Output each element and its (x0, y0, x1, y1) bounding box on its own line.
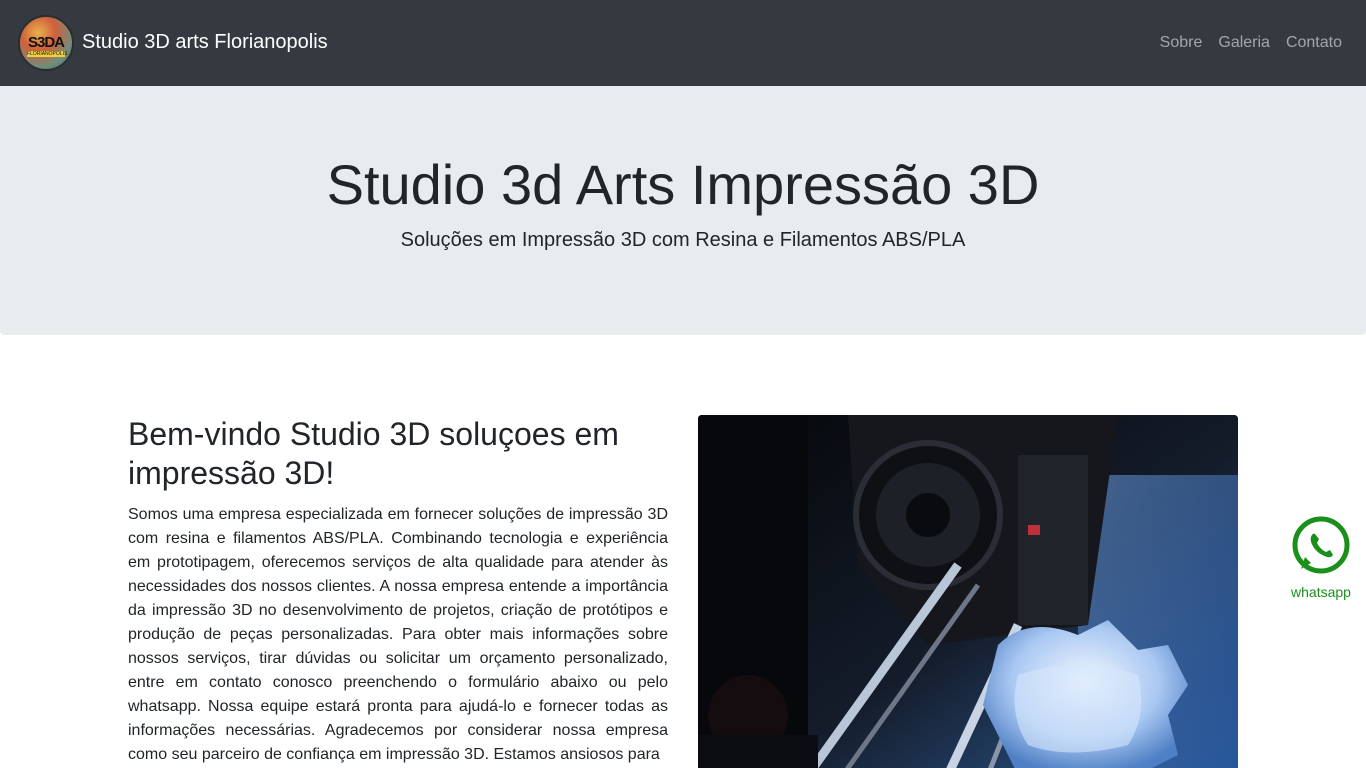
nav-link-galeria[interactable]: Galeria (1218, 33, 1270, 53)
logo-mark-text: S3DA (27, 34, 65, 51)
hero-jumbotron: Studio 3d Arts Impressão 3D Soluções em … (0, 86, 1366, 335)
top-navbar: S3DA FLORIANOPOLIS Studio 3D arts Floria… (0, 0, 1366, 86)
intro-heading: Bem-vindo Studio 3D soluçoes em impressã… (128, 416, 619, 491)
nav-link-contato[interactable]: Contato (1286, 33, 1342, 53)
printer-illustration (698, 415, 1238, 768)
logo-sub-text: FLORIANOPOLIS (27, 51, 68, 57)
3d-printer-photo (698, 415, 1238, 768)
whatsapp-float-button[interactable]: whatsapp (1286, 515, 1356, 600)
hero-title: Studio 3d Arts Impressão 3D (326, 153, 1040, 216)
nav-link-sobre[interactable]: Sobre (1160, 33, 1203, 53)
whatsapp-label[interactable]: whatsapp (1286, 584, 1356, 600)
brand-logo[interactable]: S3DA FLORIANOPOLIS (18, 15, 74, 71)
hero-subtitle: Soluções em Impressão 3D com Resina e Fi… (400, 229, 966, 251)
nav-links: Sobre Galeria Contato (1160, 33, 1342, 53)
brand-title-link[interactable]: Studio 3D arts Florianopolis (82, 30, 328, 54)
whatsapp-icon (1292, 516, 1350, 574)
intro-section: Bem-vindo Studio 3D soluçoes em impressã… (128, 415, 668, 767)
intro-body: Somos uma empresa especializada em forne… (128, 506, 668, 763)
